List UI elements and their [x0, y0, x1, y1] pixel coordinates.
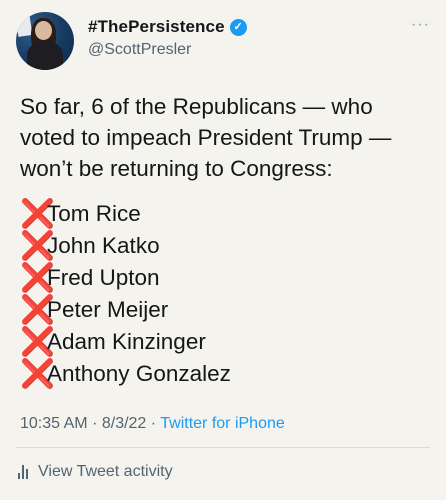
list-item-label: Adam Kinzinger	[47, 329, 206, 354]
avatar-sign-shape	[16, 15, 33, 37]
tweet-header: #ThePersistence ✓ @ScottPresler ···	[16, 12, 430, 72]
display-name-row[interactable]: #ThePersistence ✓	[88, 17, 247, 37]
avatar[interactable]	[16, 12, 74, 70]
list-item-label: Peter Meijer	[47, 297, 169, 322]
cross-mark-icon: ❌	[20, 262, 55, 293]
list-item: ❌ Anthony Gonzalez	[20, 358, 420, 390]
cross-mark-icon: ❌	[20, 294, 55, 325]
more-options-icon[interactable]: ···	[411, 16, 430, 34]
view-tweet-activity-label[interactable]: View Tweet activity	[38, 463, 173, 481]
verified-badge-icon: ✓	[229, 18, 247, 36]
list-item: ❌ Tom Rice	[20, 198, 420, 230]
divider	[16, 447, 430, 448]
bar-chart-icon	[18, 465, 28, 479]
cross-mark-icon: ❌	[20, 358, 55, 389]
list-item-label: Tom Rice	[47, 201, 141, 226]
cross-mark-icon: ❌	[20, 326, 55, 357]
user-handle[interactable]: @ScottPresler	[88, 41, 191, 59]
list-item: ❌ Fred Upton	[20, 262, 420, 294]
list-item: ❌ Adam Kinzinger	[20, 326, 420, 358]
cross-mark-icon: ❌	[20, 230, 55, 261]
meta-separator: ·	[92, 415, 98, 432]
display-name[interactable]: #ThePersistence	[88, 17, 225, 37]
tweet-source-link[interactable]: Twitter for iPhone	[160, 415, 285, 432]
tweet-text: So far, 6 of the Republicans — who voted…	[20, 94, 392, 181]
tweet-list: ❌ Tom Rice ❌ John Katko ❌ Fred Upton ❌ P…	[20, 198, 420, 390]
view-tweet-activity-button[interactable]: View Tweet activity	[18, 463, 173, 481]
tweet-time[interactable]: 10:35 AM	[20, 415, 88, 432]
avatar-face-shape	[35, 21, 52, 40]
tweet-metadata: 10:35 AM · 8/3/22 · Twitter for iPhone	[20, 415, 285, 433]
list-item-label: Anthony Gonzalez	[47, 361, 231, 386]
list-item: ❌ Peter Meijer	[20, 294, 420, 326]
list-item-label: John Katko	[47, 233, 160, 258]
list-item-label: Fred Upton	[47, 265, 160, 290]
cross-mark-icon: ❌	[20, 198, 55, 229]
tweet-date[interactable]: 8/3/22	[102, 415, 146, 432]
meta-separator: ·	[150, 415, 157, 432]
list-item: ❌ John Katko	[20, 230, 420, 262]
avatar-body-shape	[27, 41, 63, 70]
